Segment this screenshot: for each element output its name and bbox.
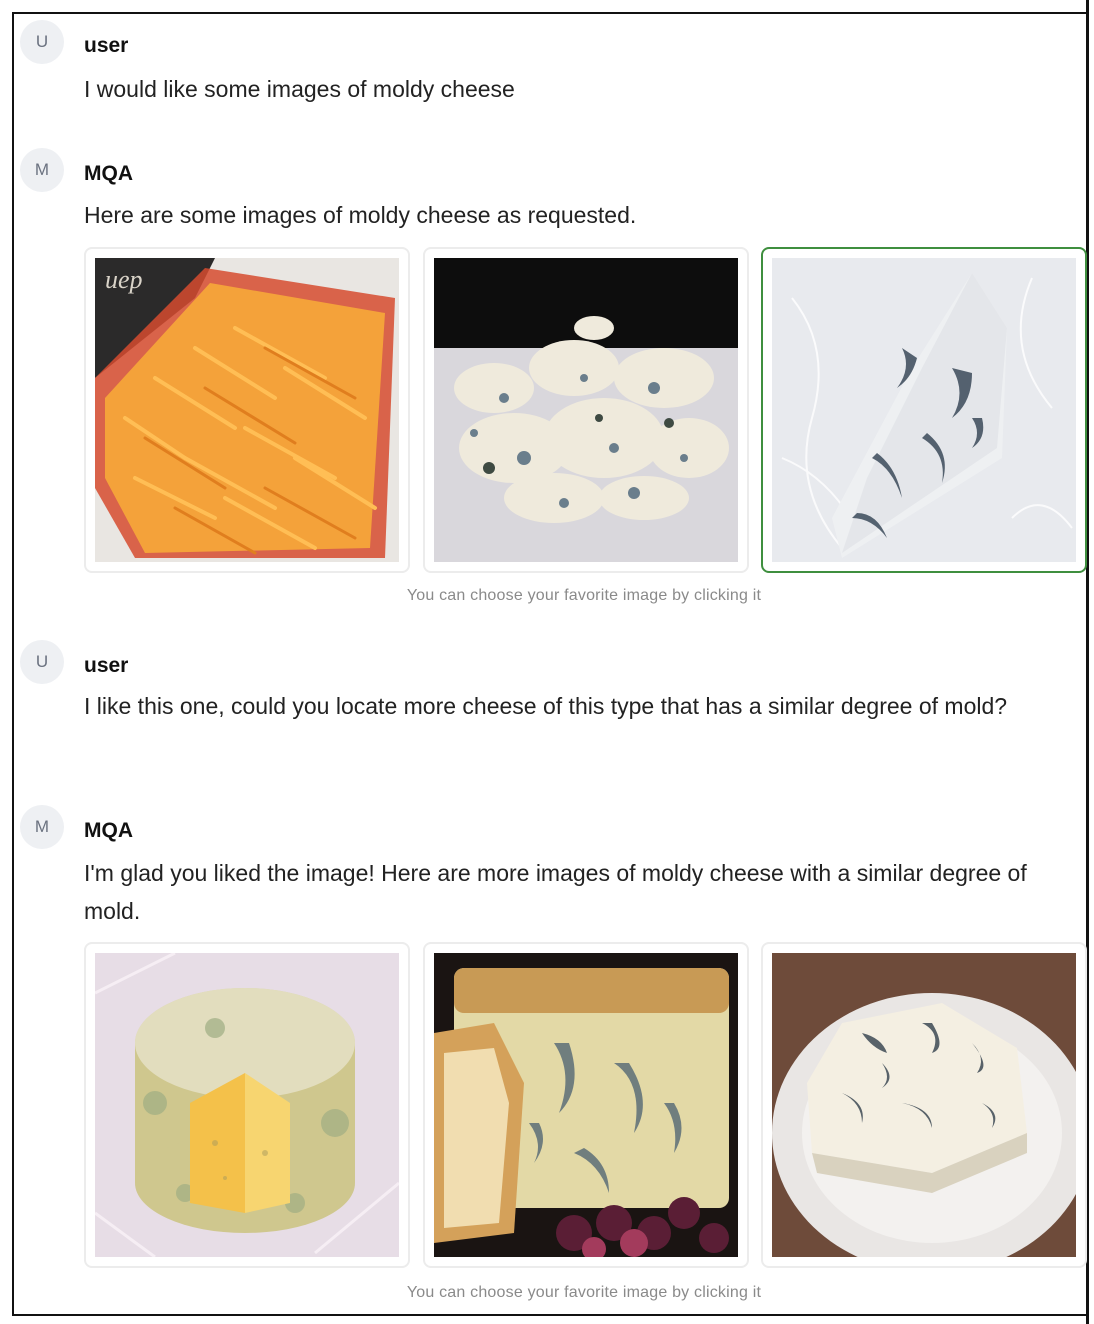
avatar: M: [20, 148, 64, 192]
svg-text:uep: uep: [105, 265, 143, 294]
blue-cheese-on-plate-image: [772, 953, 1076, 1257]
image-card-selected[interactable]: [761, 247, 1087, 573]
avatar: M: [20, 805, 64, 849]
message-text: I'm glad you liked the image! Here are m…: [84, 860, 1027, 924]
blue-stilton-with-grapes-image: [434, 953, 738, 1257]
image-card[interactable]: [423, 247, 749, 573]
message-user-1: U user I would like some images of moldy…: [20, 20, 1080, 120]
sender-name: user: [84, 34, 129, 57]
sender-name: MQA: [84, 162, 133, 185]
image-card[interactable]: [423, 942, 749, 1268]
avatar: U: [20, 20, 64, 64]
sender-name: MQA: [84, 819, 133, 842]
message-assistant-2: M MQA I'm glad you liked the image! Here…: [20, 805, 1080, 935]
message-assistant-1: M MQA Here are some images of moldy chee…: [20, 148, 1080, 248]
gallery-hint: You can choose your favorite image by cl…: [406, 587, 762, 604]
message-user-2: U user I like this one, could you locate…: [20, 640, 1080, 770]
gallery-hint: You can choose your favorite image by cl…: [406, 1284, 762, 1301]
image-card[interactable]: [84, 942, 410, 1268]
image-card[interactable]: uep: [84, 247, 410, 573]
message-text: I would like some images of moldy cheese: [84, 76, 515, 102]
crumbled-blue-cheese-image: [434, 258, 738, 562]
message-text: I like this one, could you locate more c…: [84, 693, 1008, 719]
message-text: Here are some images of moldy cheese as …: [84, 202, 637, 228]
blue-cheese-wedge-in-plastic-image: [772, 258, 1076, 562]
avatar: U: [20, 640, 64, 684]
shredded-cheddar-bag-image: uep: [95, 258, 399, 562]
sender-name: user: [84, 654, 129, 677]
moldy-rind-cheese-wheel-image: [95, 953, 399, 1257]
image-card[interactable]: [761, 942, 1087, 1268]
